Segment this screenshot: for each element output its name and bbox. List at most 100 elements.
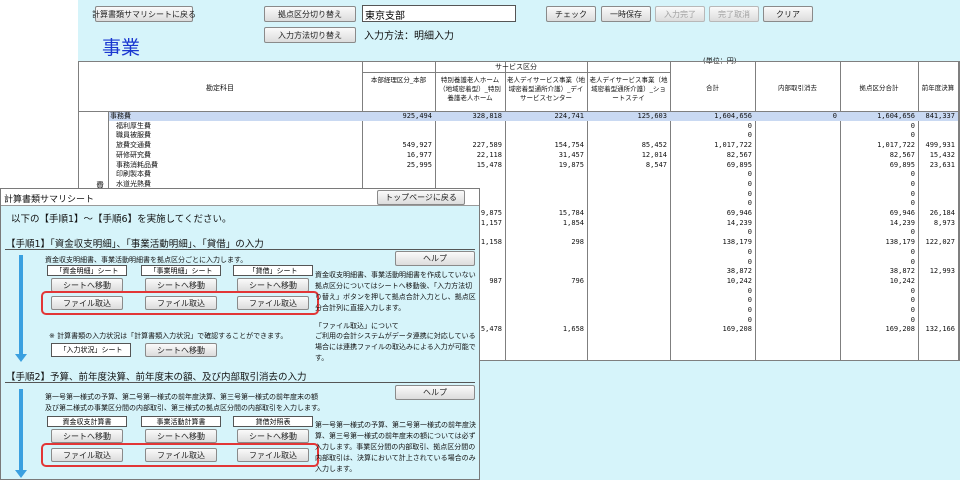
step1-help-button[interactable]: ヘルプ — [395, 251, 475, 266]
table-cell[interactable]: 15,478 — [435, 161, 502, 170]
fund-detail-import-button[interactable]: ファイル取込 — [51, 296, 123, 310]
table-cell[interactable]: 227,589 — [435, 141, 502, 150]
table-cell[interactable]: 328,818 — [435, 112, 502, 121]
table-cell[interactable]: 0 — [670, 170, 752, 179]
switch-input-button[interactable]: 入力方法切り替え — [264, 27, 356, 43]
balance-import-button[interactable]: ファイル取込 — [237, 296, 309, 310]
table-cell[interactable]: 0 — [840, 306, 915, 315]
table-cell[interactable]: 138,179 — [670, 238, 752, 247]
table-cell[interactable]: 22,118 — [435, 151, 502, 160]
table-cell[interactable]: 69,946 — [670, 209, 752, 218]
balance-statement-move-button[interactable]: シートへ移動 — [237, 429, 309, 443]
table-cell[interactable]: 0 — [840, 190, 915, 199]
table-cell[interactable]: 0 — [670, 228, 752, 237]
table-cell[interactable]: 0 — [840, 122, 915, 131]
activity-statement-import-button[interactable]: ファイル取込 — [145, 448, 217, 462]
table-cell[interactable]: 14,239 — [670, 219, 752, 228]
table-cell[interactable]: 0 — [670, 316, 752, 325]
table-cell[interactable]: 0 — [840, 170, 915, 179]
back-to-summary-button[interactable]: 計算書類サマリシートに戻る — [92, 6, 196, 22]
table-cell[interactable]: 138,179 — [840, 238, 915, 247]
table-cell[interactable]: 499,931 — [918, 141, 955, 150]
switch-site-button[interactable]: 拠点区分切り替え — [264, 6, 356, 22]
fund-statement-import-button[interactable]: ファイル取込 — [51, 448, 123, 462]
table-cell[interactable]: 1,658 — [505, 325, 584, 334]
table-cell[interactable]: 0 — [840, 316, 915, 325]
table-cell[interactable]: 85,452 — [587, 141, 667, 150]
table-cell[interactable]: 12,993 — [918, 267, 955, 276]
fund-statement-move-button[interactable]: シートへ移動 — [51, 429, 123, 443]
table-cell[interactable]: 125,603 — [587, 112, 667, 121]
table-cell[interactable]: 841,337 — [918, 112, 955, 121]
table-cell[interactable]: 0 — [840, 248, 915, 257]
input-done-button[interactable]: 入力完了 — [655, 6, 705, 22]
table-cell[interactable]: 15,432 — [918, 151, 955, 160]
table-cell[interactable]: 0 — [670, 190, 752, 199]
table-cell[interactable]: 0 — [670, 131, 752, 140]
activity-detail-import-button[interactable]: ファイル取込 — [145, 296, 217, 310]
table-cell[interactable]: 0 — [840, 228, 915, 237]
table-cell[interactable]: 169,208 — [670, 325, 752, 334]
table-cell[interactable]: 0 — [670, 199, 752, 208]
table-cell[interactable]: 38,872 — [670, 267, 752, 276]
table-cell[interactable]: 0 — [670, 258, 752, 267]
table-cell[interactable]: 19,875 — [505, 161, 584, 170]
check-button[interactable]: チェック — [546, 6, 596, 22]
table-cell[interactable]: 0 — [840, 296, 915, 305]
table-cell[interactable]: 1,604,656 — [670, 112, 752, 121]
temp-save-button[interactable]: 一時保存 — [601, 6, 651, 22]
table-cell[interactable]: 224,741 — [505, 112, 584, 121]
table-cell[interactable]: 10,242 — [840, 277, 915, 286]
table-cell[interactable]: 14,239 — [840, 219, 915, 228]
table-cell[interactable]: 0 — [670, 296, 752, 305]
table-cell[interactable]: 0 — [840, 131, 915, 140]
table-cell[interactable]: 82,567 — [670, 151, 752, 160]
table-cell[interactable]: 38,872 — [840, 267, 915, 276]
status-move-button[interactable]: シートへ移動 — [145, 343, 217, 357]
cancel-done-button[interactable]: 完了取消 — [709, 6, 759, 22]
table-cell[interactable]: 132,166 — [918, 325, 955, 334]
table-cell[interactable]: 0 — [840, 180, 915, 189]
table-cell[interactable]: 16,977 — [362, 151, 432, 160]
table-cell[interactable]: 0 — [840, 258, 915, 267]
table-cell[interactable]: 169,208 — [840, 325, 915, 334]
balance-statement-import-button[interactable]: ファイル取込 — [237, 448, 309, 462]
table-cell[interactable]: 0 — [670, 287, 752, 296]
table-cell[interactable]: 15,784 — [505, 209, 584, 218]
table-cell[interactable]: 10,242 — [670, 277, 752, 286]
table-cell[interactable]: 8,973 — [918, 219, 955, 228]
table-cell[interactable]: 0 — [670, 248, 752, 257]
table-cell[interactable]: 0 — [670, 122, 752, 131]
table-cell[interactable]: 1,854 — [505, 219, 584, 228]
table-cell[interactable]: 82,567 — [840, 151, 915, 160]
table-cell[interactable]: 122,027 — [918, 238, 955, 247]
table-cell[interactable]: 1,017,722 — [670, 141, 752, 150]
table-cell[interactable]: 0 — [670, 306, 752, 315]
table-cell[interactable]: 796 — [505, 277, 584, 286]
top-page-button[interactable]: トップページに戻る — [377, 190, 465, 205]
table-cell[interactable]: 31,457 — [505, 151, 584, 160]
table-cell[interactable]: 549,927 — [362, 141, 432, 150]
table-cell[interactable]: 1,604,656 — [840, 112, 915, 121]
fund-detail-move-button[interactable]: シートへ移動 — [51, 278, 123, 292]
table-cell[interactable]: 298 — [505, 238, 584, 247]
activity-statement-move-button[interactable]: シートへ移動 — [145, 429, 217, 443]
table-cell[interactable]: 0 — [670, 180, 752, 189]
table-cell[interactable]: 12,014 — [587, 151, 667, 160]
table-cell[interactable]: 0 — [840, 199, 915, 208]
balance-move-button[interactable]: シートへ移動 — [237, 278, 309, 292]
activity-detail-move-button[interactable]: シートへ移動 — [145, 278, 217, 292]
table-cell[interactable]: 154,754 — [505, 141, 584, 150]
table-cell[interactable]: 69,946 — [840, 209, 915, 218]
clear-button[interactable]: クリア — [763, 6, 813, 22]
table-cell[interactable]: 0 — [840, 287, 915, 296]
table-cell[interactable]: 69,895 — [670, 161, 752, 170]
table-cell[interactable]: 0 — [755, 112, 837, 121]
table-cell[interactable]: 26,184 — [918, 209, 955, 218]
table-cell[interactable]: 23,631 — [918, 161, 955, 170]
table-cell[interactable]: 25,995 — [362, 161, 432, 170]
table-cell[interactable]: 69,895 — [840, 161, 915, 170]
step2-help-button[interactable]: ヘルプ — [395, 385, 475, 400]
table-cell[interactable]: 1,017,722 — [840, 141, 915, 150]
table-cell[interactable]: 925,494 — [362, 112, 432, 121]
